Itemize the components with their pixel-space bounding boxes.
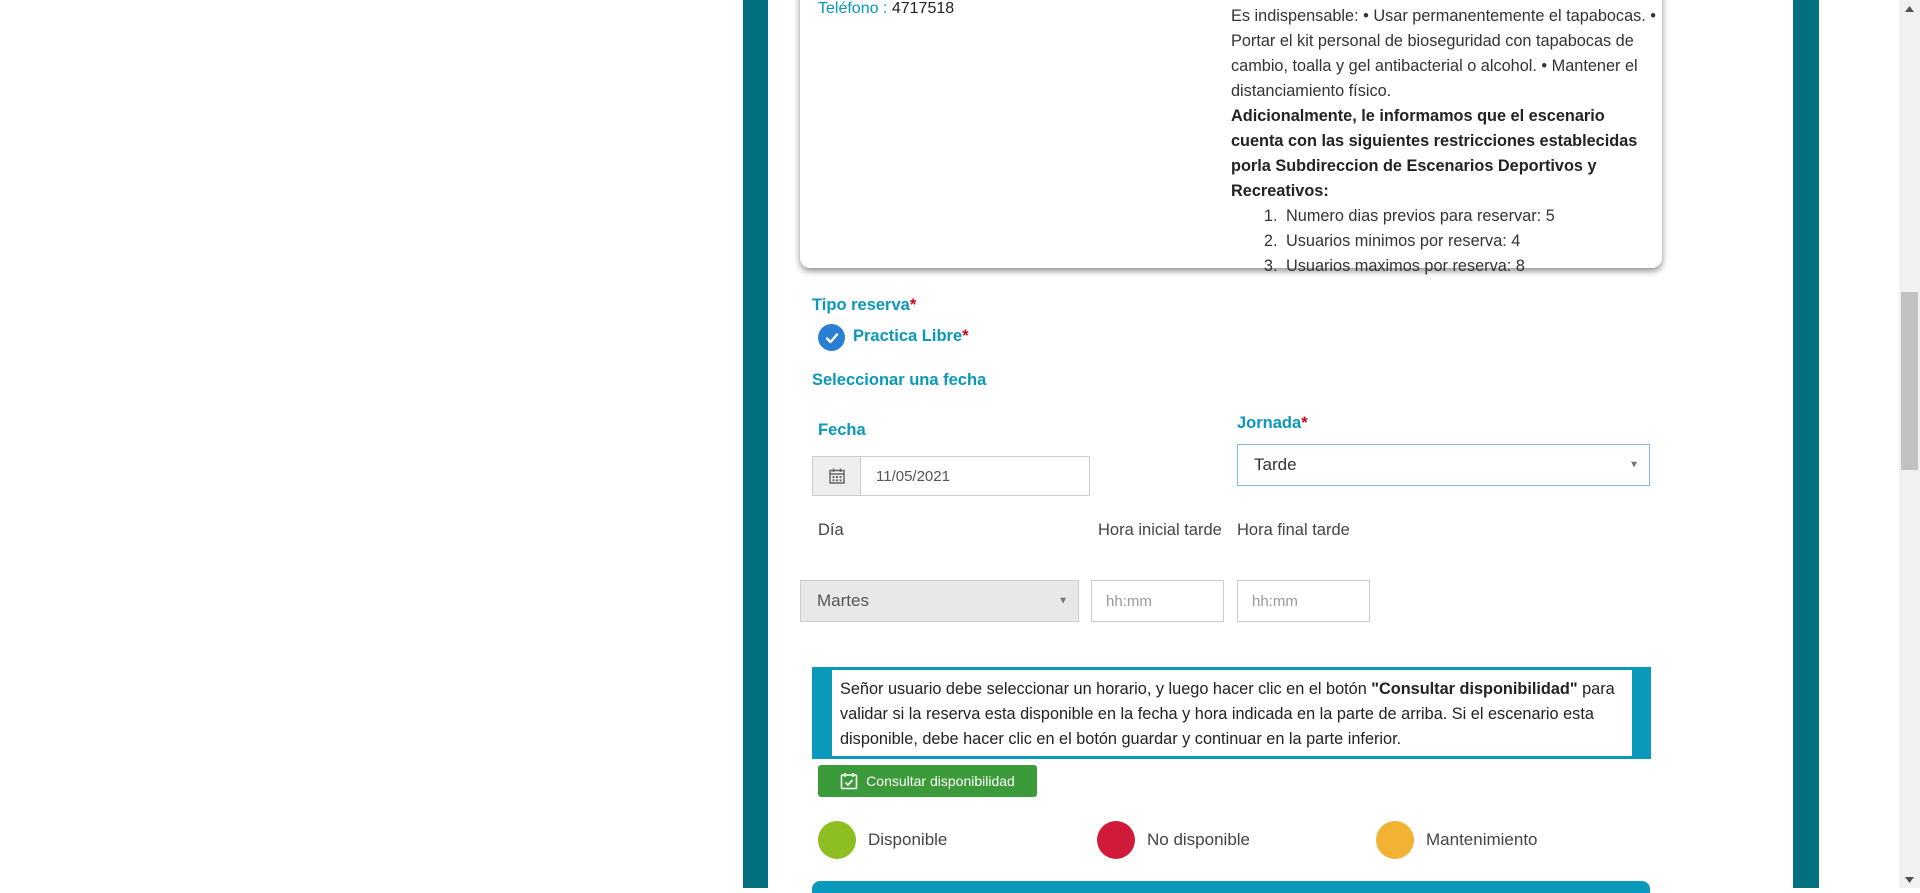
practica-libre-text: Practica Libre bbox=[853, 327, 963, 345]
tipo-reserva-text: Tipo reserva bbox=[812, 296, 910, 314]
fecha-label: Fecha bbox=[818, 421, 866, 439]
dia-value: Martes bbox=[817, 591, 869, 610]
jornada-label: Jornada* bbox=[1237, 414, 1308, 433]
required-mark: * bbox=[909, 296, 917, 314]
required-mark: * bbox=[1301, 414, 1308, 432]
legend-label-disponible: Disponible bbox=[868, 830, 948, 849]
tipo-reserva-label: Tipo reserva* bbox=[812, 296, 916, 315]
hora-inicial-label: Hora inicial tarde bbox=[1098, 521, 1222, 539]
jornada-text: Jornada bbox=[1237, 414, 1302, 432]
select-date-title: Seleccionar una fecha bbox=[812, 371, 987, 389]
legend-label-mantenimiento: Mantenimiento bbox=[1426, 830, 1538, 849]
legend-label-no-disponible: No disponible bbox=[1147, 830, 1251, 849]
chevron-down-icon: ▼ bbox=[1058, 595, 1068, 607]
dia-label: Día bbox=[818, 521, 844, 539]
consultar-disponibilidad-button[interactable]: Consultar disponibilidad bbox=[818, 765, 1037, 797]
jornada-value: Tarde bbox=[1254, 455, 1297, 474]
calendar-icon[interactable] bbox=[813, 457, 861, 495]
hora-inicial-input[interactable] bbox=[1091, 580, 1224, 622]
check-circle-icon bbox=[825, 332, 838, 343]
required-mark: * bbox=[962, 327, 969, 345]
phone-row: Teléfono : 4717518 bbox=[818, 0, 954, 18]
availability-notice: Señor usuario debe seleccionar un horari… bbox=[812, 667, 1651, 759]
scroll-down-icon[interactable] bbox=[1899, 871, 1920, 888]
notice-text-bold: "Consultar disponibilidad" bbox=[1371, 680, 1578, 698]
date-input-group bbox=[812, 456, 1090, 496]
legend-dot-mantenimiento bbox=[1376, 821, 1414, 859]
legend-dot-no-disponible bbox=[1097, 821, 1135, 859]
practica-libre-checkbox[interactable] bbox=[818, 324, 845, 351]
hora-final-label: Hora final tarde bbox=[1237, 521, 1350, 539]
calendar-check-icon bbox=[840, 773, 858, 790]
hora-final-input[interactable] bbox=[1237, 580, 1370, 622]
restriction-item: Usuarios minimos por reserva: 4 bbox=[1282, 229, 1661, 254]
chevron-down-icon: ▼ bbox=[1629, 459, 1639, 471]
notice-text: Señor usuario debe seleccionar un horari… bbox=[832, 670, 1632, 756]
restriction-item: Numero dias previos para reservar: 5 bbox=[1282, 204, 1661, 229]
notice-text-before: Señor usuario debe seleccionar un horari… bbox=[840, 680, 1372, 698]
fecha-input[interactable] bbox=[861, 457, 1089, 495]
restrictions-list: Numero dias previos para reservar: 5 Usu… bbox=[1231, 204, 1661, 279]
restrictions-heading: Adicionalmente, le informamos que el esc… bbox=[1231, 107, 1638, 200]
practica-libre-label[interactable]: Practica Libre* bbox=[853, 327, 969, 346]
restriction-item: Usuarios maximos por reserva: 8 bbox=[1282, 254, 1661, 279]
legend-dot-disponible bbox=[818, 821, 856, 859]
next-section-bar bbox=[812, 881, 1650, 893]
phone-value: 4717518 bbox=[891, 0, 955, 17]
consultar-disponibilidad-label: Consultar disponibilidad bbox=[866, 773, 1015, 789]
jornada-select[interactable]: Tarde ▼ bbox=[1237, 444, 1650, 486]
scrollbar-thumb[interactable] bbox=[1901, 292, 1918, 470]
scroll-up-icon[interactable] bbox=[1899, 0, 1920, 17]
restrictions-notes: Es indispensable: • Usar permanentemente… bbox=[1231, 4, 1661, 279]
dia-select: Martes ▼ bbox=[800, 580, 1079, 622]
biosafety-text: Es indispensable: • Usar permanentemente… bbox=[1231, 7, 1657, 100]
phone-label: Teléfono : bbox=[818, 0, 888, 17]
